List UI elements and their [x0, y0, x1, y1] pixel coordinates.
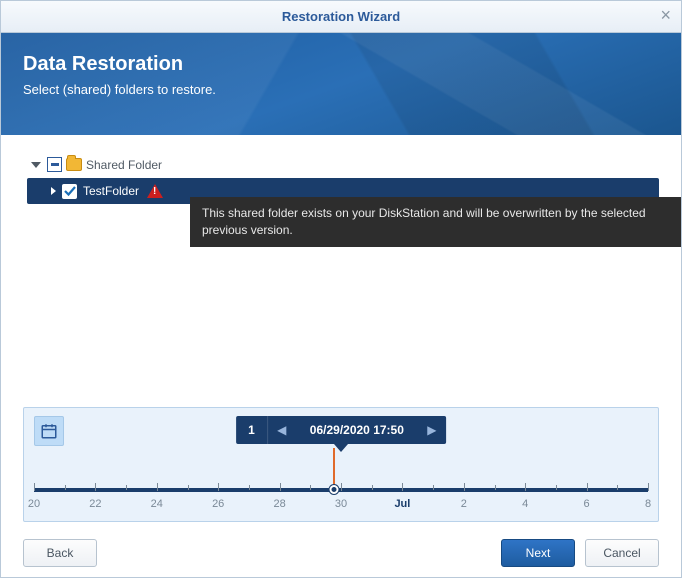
axis-label: 22 [89, 498, 101, 510]
snapshot-marker-dot[interactable] [330, 485, 339, 494]
wizard-window: Restoration Wizard × Data Restoration Se… [0, 0, 682, 578]
axis-label: Jul [394, 498, 410, 510]
axis-minor-tick [433, 485, 434, 490]
root-folder-label: Shared Folder [86, 158, 162, 172]
warning-icon [147, 184, 163, 198]
axis-label: 24 [151, 498, 163, 510]
window-title: Restoration Wizard [282, 9, 400, 24]
back-button[interactable]: Back [23, 539, 97, 567]
tristate-checkbox[interactable] [47, 157, 62, 172]
version-count: 1 [236, 416, 268, 444]
axis-tick [280, 483, 281, 491]
axis-tick [402, 483, 403, 491]
axis-label: 2 [461, 498, 467, 510]
axis-label: 26 [212, 498, 224, 510]
child-folder-label: TestFolder [83, 184, 139, 198]
folder-icon [66, 158, 82, 171]
next-version-button[interactable]: ▶ [418, 423, 446, 437]
cancel-button[interactable]: Cancel [585, 539, 659, 567]
axis-label: 28 [273, 498, 285, 510]
tooltip-text: This shared folder exists on your DiskSt… [202, 206, 646, 237]
axis-minor-tick [249, 485, 250, 490]
close-icon[interactable]: × [660, 5, 671, 26]
axis-tick [34, 483, 35, 491]
axis-minor-tick [126, 485, 127, 490]
axis-tick [587, 483, 588, 491]
axis-tick [95, 483, 96, 491]
timeline-panel: 1 ◀ 06/29/2020 17:50 ▶ 202224262830Jul24… [23, 407, 659, 522]
axis-minor-tick [556, 485, 557, 490]
axis-label: 4 [522, 498, 528, 510]
axis-minor-tick [495, 485, 496, 490]
axis-label: 6 [584, 498, 590, 510]
axis-label: 30 [335, 498, 347, 510]
axis-minor-tick [617, 485, 618, 490]
axis-tick [648, 483, 649, 491]
caret-down-icon[interactable] [31, 162, 41, 168]
page-title: Data Restoration [23, 53, 659, 76]
title-bar: Restoration Wizard × [1, 1, 681, 33]
axis-label: 8 [645, 498, 651, 510]
navigator-pointer-icon [334, 444, 348, 452]
axis-minor-tick [65, 485, 66, 490]
prev-version-button[interactable]: ◀ [268, 423, 296, 437]
axis-minor-tick [372, 485, 373, 490]
axis-tick [218, 483, 219, 491]
axis-minor-tick [188, 485, 189, 490]
page-subtitle: Select (shared) folders to restore. [23, 82, 659, 97]
next-button[interactable]: Next [501, 539, 575, 567]
timeline-axis[interactable]: 202224262830Jul2468 [34, 480, 648, 510]
axis-label: 20 [28, 498, 40, 510]
calendar-button[interactable] [34, 416, 64, 446]
checkbox-checked[interactable] [62, 184, 77, 199]
tree-root-row[interactable]: Shared Folder [23, 155, 659, 174]
axis-tick [525, 483, 526, 491]
axis-tick [464, 483, 465, 491]
caret-right-icon[interactable] [51, 187, 56, 195]
version-datetime: 06/29/2020 17:50 [296, 423, 418, 437]
axis-minor-tick [310, 485, 311, 490]
wizard-footer: Back Next Cancel [1, 529, 681, 577]
warning-tooltip: This shared folder exists on your DiskSt… [190, 197, 681, 247]
axis-tick [157, 483, 158, 491]
snapshot-marker-line [333, 448, 335, 490]
version-navigator: 1 ◀ 06/29/2020 17:50 ▶ [236, 416, 446, 444]
calendar-icon [40, 422, 58, 440]
header-banner: Data Restoration Select (shared) folders… [1, 33, 681, 135]
axis-tick [341, 483, 342, 491]
